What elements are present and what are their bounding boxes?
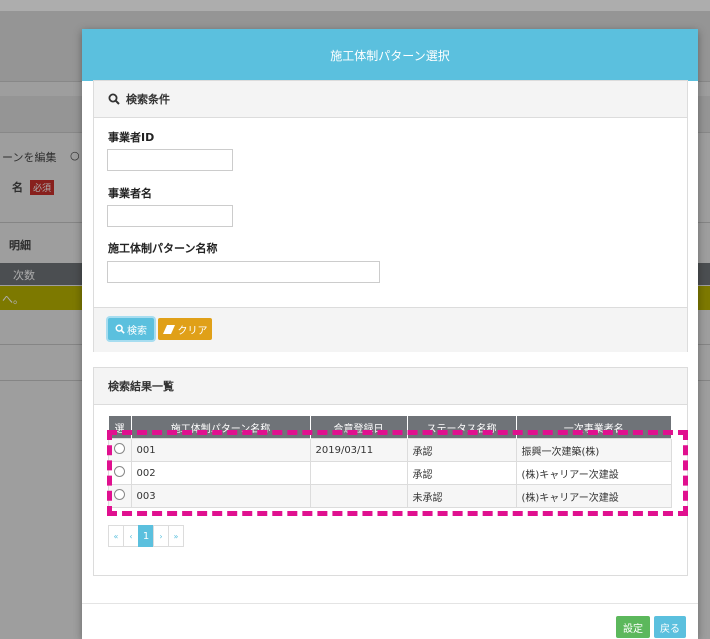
pattern-name-cell: 001 <box>130 438 311 462</box>
search-button-bar: 検索 クリア <box>94 307 687 352</box>
table-row[interactable]: 002 承認 (株)キャリアー次建設 <box>108 461 672 485</box>
search-conditions-panel: 検索条件 事業者ID 事業者名 施工体制パターン名称 検索 クリア <box>93 80 688 352</box>
row-radio[interactable] <box>114 466 126 477</box>
clear-button-label: クリア <box>177 325 208 337</box>
pagination-prev[interactable]: ‹ <box>123 525 139 547</box>
results-panel-heading: 検索結果一覧 <box>94 368 687 405</box>
status-cell: 承認 <box>406 438 517 462</box>
vendor-id-label: 事業者ID <box>108 131 155 144</box>
row-select-cell <box>108 438 132 462</box>
pattern-name-input[interactable] <box>107 261 380 283</box>
pagination: « ‹ 1 › » <box>108 525 184 547</box>
pattern-name-label: 施工体制パターン名称 <box>108 242 218 255</box>
column-header-status[interactable]: ステータス名称 <box>407 416 517 439</box>
search-button[interactable]: 検索 <box>108 318 154 340</box>
column-header-agreement-date[interactable]: 合意登録日 <box>310 416 408 439</box>
column-header-vendor[interactable]: 一次事業者名 <box>516 416 672 439</box>
column-header-pattern-name[interactable]: 施工体制パターン名称 <box>131 416 311 439</box>
modal-header: 施工体制パターン選択 <box>82 29 698 81</box>
pattern-name-cell: 002 <box>130 461 311 485</box>
search-panel-title: 検索条件 <box>126 93 170 106</box>
set-button[interactable]: 設定 <box>616 616 650 638</box>
column-header-select: 選 <box>108 416 132 439</box>
status-cell: 承認 <box>406 461 517 485</box>
pattern-name-cell: 003 <box>130 484 311 508</box>
clear-button[interactable]: クリア <box>158 318 212 340</box>
row-select-cell <box>108 461 132 485</box>
vendor-cell: (株)キャリアー次建設 <box>515 484 672 508</box>
search-icon <box>108 93 120 105</box>
row-radio[interactable] <box>114 443 126 454</box>
agreement-date-cell: 2019/03/11 <box>309 438 408 462</box>
results-panel-title: 検索結果一覧 <box>108 380 174 393</box>
table-row[interactable]: 003 未承認 (株)キャリアー次建設 <box>108 484 672 508</box>
pagination-last[interactable]: » <box>168 525 184 547</box>
search-button-label: 検索 <box>127 325 147 337</box>
search-icon <box>115 324 125 334</box>
vendor-name-input[interactable] <box>107 205 233 227</box>
pattern-select-modal: 施工体制パターン選択 検索条件 事業者ID 事業者名 施工体制パターン名称 検索 <box>82 29 698 639</box>
search-results-panel: 検索結果一覧 選 施工体制パターン名称 合意登録日 ステータス名称 一次事業者名… <box>93 367 688 576</box>
pagination-next[interactable]: › <box>153 525 169 547</box>
vendor-cell: 振興一次建築(株) <box>515 438 672 462</box>
pagination-page-1[interactable]: 1 <box>138 525 154 547</box>
agreement-date-cell <box>309 484 408 508</box>
results-table: 選 施工体制パターン名称 合意登録日 ステータス名称 一次事業者名 001 20… <box>108 416 672 508</box>
back-button[interactable]: 戻る <box>654 616 686 638</box>
agreement-date-cell <box>309 461 408 485</box>
vendor-cell: (株)キャリアー次建設 <box>515 461 672 485</box>
search-panel-heading: 検索条件 <box>94 81 687 118</box>
status-cell: 未承認 <box>406 484 517 508</box>
pagination-first[interactable]: « <box>108 525 124 547</box>
table-row[interactable]: 001 2019/03/11 承認 振興一次建築(株) <box>108 438 672 462</box>
footer-divider <box>82 603 698 604</box>
row-select-cell <box>108 484 132 508</box>
row-radio[interactable] <box>114 489 126 500</box>
vendor-id-input[interactable] <box>107 149 233 171</box>
modal-title: 施工体制パターン選択 <box>330 48 450 63</box>
vendor-name-label: 事業者名 <box>108 187 152 200</box>
results-header-row: 選 施工体制パターン名称 合意登録日 ステータス名称 一次事業者名 <box>108 416 672 439</box>
eraser-icon <box>162 324 175 334</box>
